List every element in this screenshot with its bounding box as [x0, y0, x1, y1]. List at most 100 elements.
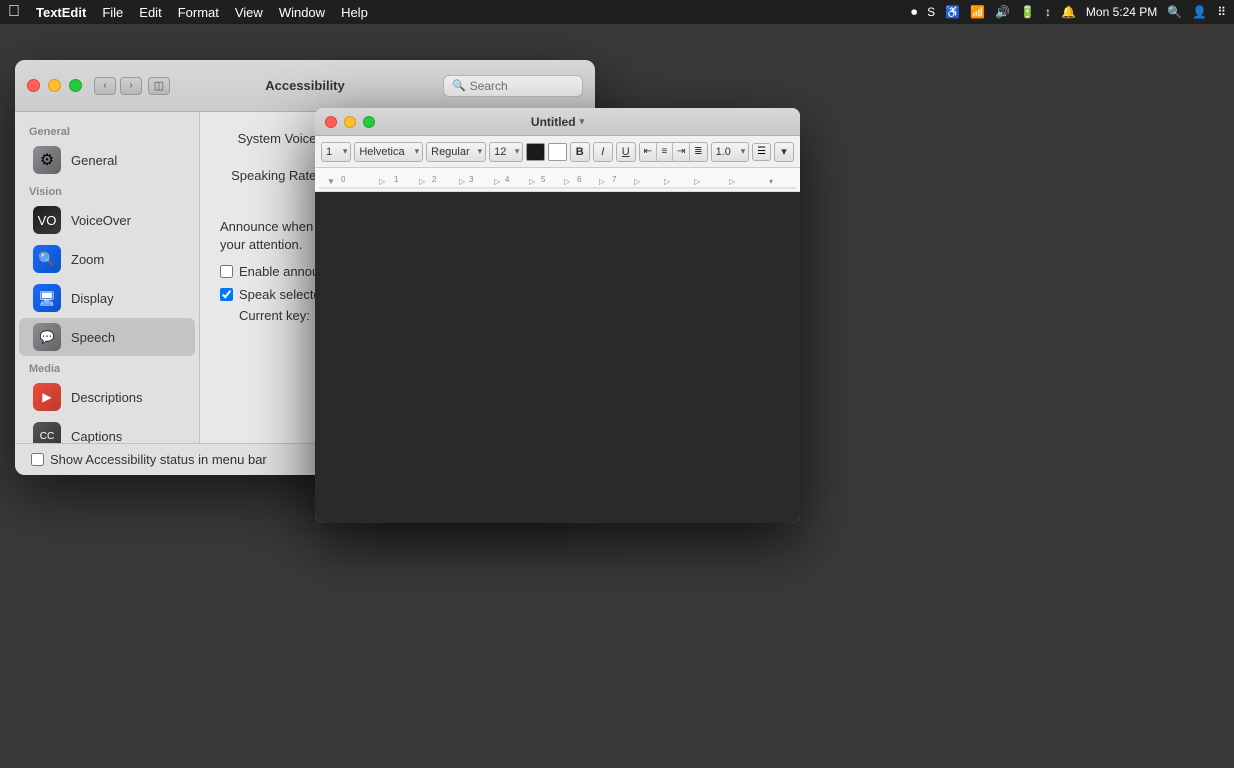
underline-button[interactable]: U: [616, 142, 636, 162]
ruler-svg: ▼ ▷ ▷ ▷ ▷ ▷ ▷ ▷ ▷ ▷ ▷ ▷ ▾ 0 1 2 3 4 5 6 …: [319, 170, 796, 190]
speech-icon: 💬: [33, 323, 61, 351]
speak-selected-checkbox[interactable]: [220, 288, 233, 301]
volume-icon: 🔊: [995, 5, 1010, 19]
svg-text:2: 2: [432, 175, 437, 184]
grid-button[interactable]: ◫: [148, 77, 170, 95]
font-style-select[interactable]: Regular: [426, 142, 486, 162]
bg-color-box[interactable]: [548, 143, 567, 161]
captions-icon: CC: [33, 422, 61, 443]
te-ruler: ▼ ▷ ▷ ▷ ▷ ▷ ▷ ▷ ▷ ▷ ▷ ▷ ▾ 0 1 2 3 4 5 6 …: [315, 168, 800, 192]
te-traffic-lights: [325, 116, 375, 128]
align-justify-button[interactable]: ≣: [690, 143, 707, 161]
list-button[interactable]: ☰: [752, 143, 771, 161]
sidebar-label-voiceover: VoiceOver: [71, 213, 131, 228]
menubar-help[interactable]: Help: [341, 5, 368, 20]
te-content[interactable]: [315, 192, 800, 523]
show-accessibility-row: Show Accessibility status in menu bar: [31, 452, 267, 467]
italic-button[interactable]: I: [593, 142, 613, 162]
sidebar-item-zoom[interactable]: 🔍 Zoom: [19, 240, 195, 278]
font-size-select[interactable]: 12: [489, 142, 523, 162]
current-key-label: Current key:: [239, 308, 310, 323]
svg-text:▷: ▷: [379, 177, 386, 186]
traffic-lights: [27, 79, 82, 92]
svg-text:▷: ▷: [419, 177, 426, 186]
general-icon: ⚙: [33, 146, 61, 174]
sync-icon: ↕: [1045, 5, 1051, 19]
sidebar-item-captions[interactable]: CC Captions: [19, 417, 195, 443]
sidebar-item-speech[interactable]: 💬 Speech: [19, 318, 195, 356]
display-icon: 🖥: [33, 284, 61, 312]
menubar-edit[interactable]: Edit: [139, 5, 161, 20]
control-center-icon[interactable]: ⠿: [1217, 5, 1226, 19]
text-color-box[interactable]: [526, 143, 545, 161]
te-close-button[interactable]: [325, 116, 337, 128]
svg-text:5: 5: [541, 175, 546, 184]
svg-text:▷: ▷: [529, 177, 536, 186]
record-icon: ⏺: [911, 5, 917, 20]
align-center-button[interactable]: ≡: [657, 143, 674, 161]
te-minimize-button[interactable]: [344, 116, 356, 128]
sidebar: General ⚙ General Vision VO VoiceOver 🔍 …: [15, 112, 200, 443]
maximize-button[interactable]: [69, 79, 82, 92]
bold-button[interactable]: B: [570, 142, 590, 162]
window-search[interactable]: 🔍: [443, 75, 583, 97]
sidebar-item-descriptions[interactable]: ▶ Descriptions: [19, 378, 195, 416]
battery-icon: 🔋: [1020, 5, 1035, 19]
minimize-button[interactable]: [48, 79, 61, 92]
search-icon[interactable]: 🔍: [1167, 5, 1182, 19]
menubar-file[interactable]: File: [102, 5, 123, 20]
system-voice-label: System Voice:: [220, 131, 320, 146]
menubar-time: Mon 5:24 PM: [1086, 5, 1157, 19]
svg-text:▼: ▼: [327, 177, 335, 186]
font-size-small-select[interactable]: 1: [321, 142, 351, 162]
svg-text:4: 4: [505, 175, 510, 184]
wifi-icon: 📶: [970, 5, 985, 19]
sidebar-label-display: Display: [71, 291, 114, 306]
svg-text:1: 1: [394, 175, 399, 184]
align-group: ⇤ ≡ ⇥ ≣: [639, 142, 708, 162]
menubar:  TextEdit File Edit Format View Window …: [0, 0, 1234, 24]
show-accessibility-label[interactable]: Show Accessibility status in menu bar: [50, 452, 267, 467]
close-button[interactable]: [27, 79, 40, 92]
menubar-right: ⏺ S ♿ 📶 🔊 🔋 ↕ 🔔 Mon 5:24 PM 🔍 👤 ⠿: [911, 5, 1226, 20]
list-chevron-button[interactable]: ▾: [774, 142, 794, 162]
sidebar-label-speech: Speech: [71, 330, 115, 345]
svg-text:▷: ▷: [664, 177, 671, 186]
sidebar-item-general[interactable]: ⚙ General: [19, 141, 195, 179]
descriptions-icon: ▶: [33, 383, 61, 411]
forward-button[interactable]: ›: [120, 77, 142, 95]
enable-announce-checkbox[interactable]: [220, 265, 233, 278]
menubar-app-name[interactable]: TextEdit: [36, 5, 86, 20]
search-input[interactable]: [470, 79, 574, 93]
te-toolbar: 1 Helvetica Regular 12 B I U ⇤ ≡ ⇥ ≣ 1: [315, 136, 800, 168]
zoom-icon: 🔍: [33, 245, 61, 273]
menubar-format[interactable]: Format: [178, 5, 219, 20]
sidebar-section-media: Media: [15, 357, 199, 377]
window-titlebar: ‹ › ◫ Accessibility 🔍: [15, 60, 595, 112]
font-name-value: Helvetica: [359, 146, 404, 158]
align-left-button[interactable]: ⇤: [640, 143, 657, 161]
svg-text:▷: ▷: [694, 177, 701, 186]
font-name-select[interactable]: Helvetica: [354, 142, 423, 162]
menubar-view[interactable]: View: [235, 5, 263, 20]
user-icon[interactable]: 👤: [1192, 5, 1207, 19]
sidebar-item-display[interactable]: 🖥 Display: [19, 279, 195, 317]
sidebar-label-captions: Captions: [71, 429, 122, 444]
apple-menu[interactable]: : [8, 3, 20, 21]
svg-text:▷: ▷: [459, 177, 466, 186]
sidebar-item-voiceover[interactable]: VO VoiceOver: [19, 201, 195, 239]
svg-text:7: 7: [612, 175, 617, 184]
sidebar-label-descriptions: Descriptions: [71, 390, 143, 405]
te-titlebar: Untitled ▾: [315, 108, 800, 136]
menubar-window[interactable]: Window: [279, 5, 325, 20]
back-button[interactable]: ‹: [94, 77, 116, 95]
align-right-button[interactable]: ⇥: [673, 143, 690, 161]
svg-text:▷: ▷: [599, 177, 606, 186]
show-accessibility-checkbox[interactable]: [31, 453, 44, 466]
svg-text:▷: ▷: [634, 177, 641, 186]
svg-text:6: 6: [577, 175, 582, 184]
te-maximize-button[interactable]: [363, 116, 375, 128]
line-spacing-select[interactable]: 1.0: [711, 142, 750, 162]
svg-text:▷: ▷: [564, 177, 571, 186]
accessibility-icon: ♿: [945, 5, 960, 19]
